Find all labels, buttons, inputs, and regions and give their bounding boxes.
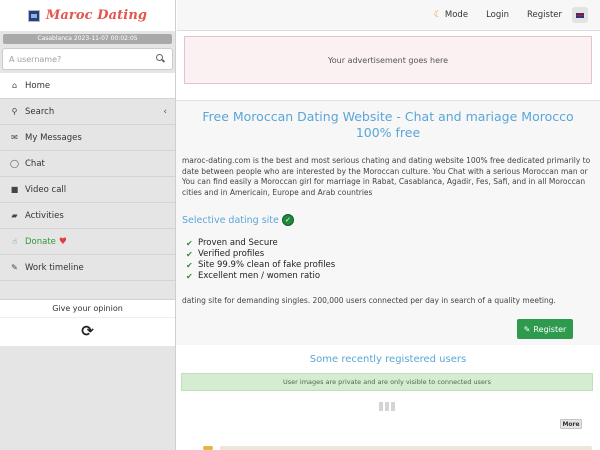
feature-label: Site 99.9% clean of fake profiles (198, 260, 336, 270)
wrench-icon: ✎ (11, 263, 18, 272)
loader-bar (385, 402, 389, 411)
sidebar-item-donate[interactable]: ☝ Donate ♥ (0, 229, 175, 255)
sidebar-item-label: Search (25, 106, 55, 117)
feature-label: Excellent men / women ratio (198, 271, 321, 281)
login-link[interactable]: Login (486, 10, 509, 20)
feature-label: Proven and Secure (198, 238, 278, 248)
sidebar-item-label: Home (25, 80, 51, 91)
heart-icon: ♥ (58, 236, 67, 247)
sidebar-item-work-timeline[interactable]: ✎ Work timeline (0, 255, 175, 281)
video-camera-icon: ■ (10, 185, 19, 194)
register-button-label: Register (533, 324, 567, 334)
sidebar-item-messages[interactable]: ✉ My Messages (0, 125, 175, 151)
selective-label: Selective dating site (182, 214, 279, 226)
datetime-bar: Casablanca 2023-11-07 00:02:05 (3, 34, 172, 44)
recent-users-title: Some recently registered users (309, 354, 467, 365)
sidebar-item-label: Donate (25, 236, 56, 247)
advertisement-text: Your advertisement goes here (327, 55, 449, 65)
language-button[interactable] (572, 7, 588, 23)
tagline-text: dating site for demanding singles. 200,0… (182, 296, 556, 305)
username-search-input[interactable] (9, 54, 156, 64)
welcome-panel: Free Moroccan Dating Website - Chat and … (176, 100, 600, 345)
sidebar: Maroc Dating Casablanca 2023-11-07 00:02… (0, 0, 176, 450)
logo-icon (27, 9, 40, 22)
envelope-icon: ✉ (11, 133, 18, 142)
home-icon: ⌂ (11, 81, 18, 90)
moon-icon: ☾ (433, 10, 442, 20)
register-button[interactable]: ✎ Register (517, 319, 573, 339)
sidebar-item-search[interactable]: ⚲ Search ‹ (0, 99, 175, 125)
pencil-icon: ✎ (523, 324, 531, 334)
chat-icon: ◯ (10, 159, 19, 168)
list-item: ✔ Proven and Secure (186, 238, 335, 249)
register-link[interactable]: Register (527, 10, 562, 20)
mode-toggle[interactable]: ☾ Mode (434, 10, 468, 20)
sidebar-item-label: Activities (25, 210, 64, 221)
feature-list: ✔ Proven and Secure ✔ Verified profiles … (186, 238, 335, 282)
intro-text: maroc-dating.com is the best and most se… (182, 156, 591, 197)
user-card-strip[interactable] (220, 446, 592, 450)
check-icon: ✔ (186, 261, 193, 270)
brand-name: Maroc Dating (45, 8, 148, 23)
opinion-title: Give your opinion (0, 300, 175, 318)
check-icon: ✔ (186, 250, 193, 259)
refresh-icon[interactable]: ⟳ (0, 322, 175, 340)
mode-label: Mode (444, 10, 469, 20)
page-title: Free Moroccan Dating Website - Chat and … (202, 109, 574, 140)
sidebar-item-activities[interactable]: ▰ Activities (0, 203, 175, 229)
sidebar-item-video-call[interactable]: ■ Video call (0, 177, 175, 203)
selective-heading: Selective dating site ✓ (182, 214, 294, 226)
folder-icon: ▰ (11, 211, 18, 220)
user-card-icon (203, 446, 213, 450)
verified-badge-icon: ✓ (281, 214, 294, 226)
private-images-text: User images are private and are only vis… (283, 378, 491, 386)
search-icon: ⚲ (11, 107, 18, 116)
loader-bar (391, 402, 395, 411)
chevron-left-icon: ‹ (163, 106, 167, 117)
logo[interactable]: Maroc Dating (0, 0, 175, 31)
feature-label: Verified profiles (198, 249, 265, 259)
advertisement-box[interactable]: Your advertisement goes here (184, 36, 592, 84)
check-icon: ✔ (186, 239, 193, 248)
sidebar-item-chat[interactable]: ◯ Chat (0, 151, 175, 177)
search-icon[interactable] (156, 54, 166, 64)
list-item: ✔ Excellent men / women ratio (186, 271, 335, 282)
sidebar-item-label: Chat (25, 158, 45, 169)
sidebar-item-home[interactable]: ⌂ Home (0, 73, 175, 99)
username-search (2, 48, 173, 70)
sidebar-item-label: My Messages (25, 132, 82, 143)
private-images-notice: User images are private and are only vis… (181, 373, 593, 391)
top-nav: ☾ Mode Login Register (177, 0, 600, 31)
loading-icon (379, 402, 395, 411)
list-item: ✔ Verified profiles (186, 249, 335, 260)
opinion-box: Give your opinion ⟳ (0, 299, 175, 346)
more-button[interactable]: More (560, 419, 582, 429)
sidebar-item-label: Video call (25, 184, 67, 195)
loader-bar (379, 402, 383, 411)
check-icon: ✔ (186, 272, 193, 281)
sidebar-menu: ⌂ Home ⚲ Search ‹ ✉ My Messages ◯ Chat ■… (0, 73, 175, 281)
thumbs-up-icon: ☝ (12, 237, 17, 246)
uk-flag-icon (576, 12, 584, 18)
sidebar-item-label: Work timeline (25, 262, 84, 273)
list-item: ✔ Site 99.9% clean of fake profiles (186, 260, 335, 271)
